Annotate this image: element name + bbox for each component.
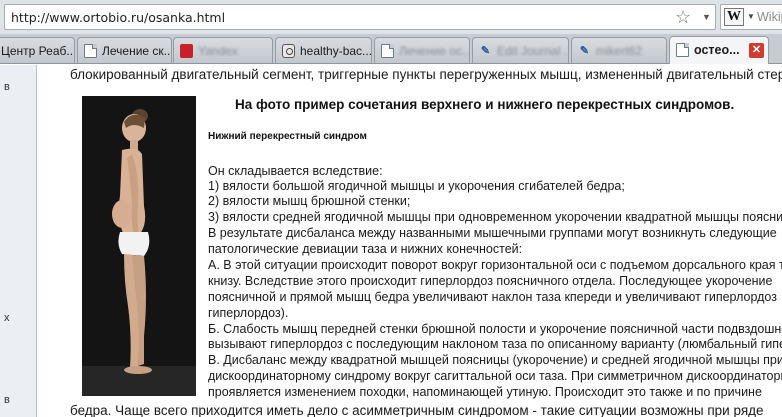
tab-label: остео... xyxy=(694,43,740,57)
tab-lechenie-sk[interactable]: Лечение ск... xyxy=(77,37,172,63)
tab-label: healthy-bac... xyxy=(300,44,372,58)
left-sidebar: в х в xyxy=(0,65,37,417)
paragraph-line: патологические девиации таза и нижних ко… xyxy=(208,242,523,256)
pin-icon: ✎ xyxy=(579,45,590,57)
tab-label: Центр Реаб... xyxy=(1,44,75,58)
tab-label: mikert62 xyxy=(596,44,643,58)
paragraph-line: 3) вялости средней ягодичной мышцы при о… xyxy=(208,210,782,224)
wikipedia-engine-icon[interactable]: W xyxy=(724,8,744,26)
search-input[interactable]: Wikipe xyxy=(757,10,782,24)
tab-mikert[interactable]: ✎ mikert62 xyxy=(571,37,667,63)
sidebar-text: в xyxy=(4,81,10,93)
tab-lechenie-os[interactable]: Лечение ос... xyxy=(374,37,470,63)
address-bar[interactable]: http://www.ortobio.ru/osanka.html ☆ ▼ xyxy=(4,4,716,30)
search-box[interactable]: W ▼ Wikipe xyxy=(720,4,782,30)
paragraph-line: Б. Слабость мышц передней стенки брюшной… xyxy=(208,322,782,336)
search-engine-dropdown-icon[interactable]: ▼ xyxy=(747,12,755,21)
url-dropdown-icon[interactable]: ▼ xyxy=(702,12,711,22)
tab-label: Edit Journal ... xyxy=(497,44,569,58)
paragraph-line: вызывают гиперлордоз с последующим накло… xyxy=(208,337,782,351)
paragraph-line: А. В этой ситуации происходит поворот во… xyxy=(208,258,782,272)
paragraph-line: В результате дисбаланса между названными… xyxy=(208,226,777,240)
paragraph-line: гиперлордоз). xyxy=(208,306,289,320)
page-icon xyxy=(84,44,97,58)
tab-strip: Центр Реаб... Лечение ск... Yandex healt… xyxy=(0,34,782,64)
paragraph-line: поясничной и прямой мышц бедра увеличива… xyxy=(208,290,777,304)
bookmark-star-icon[interactable]: ☆ xyxy=(675,7,691,28)
sidebar-text: в xyxy=(4,394,10,406)
tab-label: Лечение ос... xyxy=(399,44,470,58)
tab-label: Yandex xyxy=(198,44,238,58)
paragraph-line: дискоординаторному синдрому вокруг сагит… xyxy=(208,369,782,383)
url-text[interactable]: http://www.ortobio.ru/osanka.html xyxy=(11,10,225,25)
section-subheading: Нижний перекрестный синдром xyxy=(208,131,367,142)
paragraph-line: книзу. Вследствие этого происходит гипер… xyxy=(208,274,773,288)
posture-photo xyxy=(82,96,196,396)
paragraph-line: проявляется изменением походки, напомина… xyxy=(208,385,762,399)
navigation-toolbar: http://www.ortobio.ru/osanka.html ☆ ▼ W … xyxy=(0,0,782,34)
page-icon xyxy=(676,43,689,57)
site-favicon-icon xyxy=(180,44,193,58)
page-icon xyxy=(381,44,394,58)
camera-icon xyxy=(282,44,295,58)
paragraph-line: В. Дисбаланс между квадратной мышцей поя… xyxy=(208,353,782,367)
tab-edit-journal[interactable]: ✎ Edit Journal ... xyxy=(472,37,569,63)
page-content: блокированный двигательный сегмент, триг… xyxy=(38,65,782,417)
tab-healthy-back[interactable]: healthy-bac... xyxy=(275,37,372,63)
tab-center-reab[interactable]: Центр Реаб... xyxy=(0,37,75,63)
paragraph-line: 2) вялости мышц брюшной стенки; xyxy=(208,194,411,208)
paragraph-line: 1) вялости большой ягодичной мышцы и уко… xyxy=(208,179,625,193)
photo-caption-heading: На фото пример сочетания верхнего и нижн… xyxy=(235,97,735,112)
paragraph-line: Он складывается вследствие: xyxy=(208,164,383,178)
intro-text: блокированный двигательный сегмент, триг… xyxy=(70,67,782,82)
tab-yandex[interactable]: Yandex xyxy=(173,37,273,63)
tab-osteo-active[interactable]: остео... ✕ xyxy=(669,36,769,64)
tab-label: Лечение ск... xyxy=(102,44,172,58)
pin-icon: ✎ xyxy=(480,45,491,57)
sidebar-text: х xyxy=(4,312,10,324)
close-tab-icon[interactable]: ✕ xyxy=(749,43,764,58)
paragraph-line: бедра. Чаще всего приходится иметь дело … xyxy=(70,403,764,417)
